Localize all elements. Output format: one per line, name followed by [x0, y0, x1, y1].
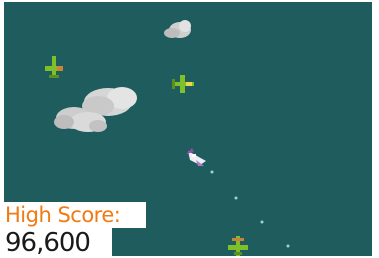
- high-score-panel: High Score: 96,600: [4, 202, 146, 258]
- player-plane-icon: [186, 148, 206, 166]
- high-score-label-box: High Score:: [4, 202, 146, 228]
- high-score-value: 96,600: [5, 228, 91, 258]
- enemy-plane-icon: [45, 56, 63, 78]
- high-score-value-box: 96,600: [4, 228, 112, 258]
- bullet-icon: [234, 196, 238, 200]
- bullet-icon: [210, 170, 214, 174]
- enemy-plane-icon: [228, 236, 248, 256]
- cloud-large-icon: [54, 87, 137, 132]
- enemy-plane-icon: [172, 75, 194, 93]
- high-score-label: High Score:: [5, 203, 121, 227]
- bullet-icon: [260, 220, 264, 224]
- bullet-trail: [210, 170, 290, 248]
- bullet-icon: [286, 244, 290, 248]
- game-screen: High Score: 96,600: [0, 0, 379, 258]
- cloud-small-icon: [164, 20, 191, 38]
